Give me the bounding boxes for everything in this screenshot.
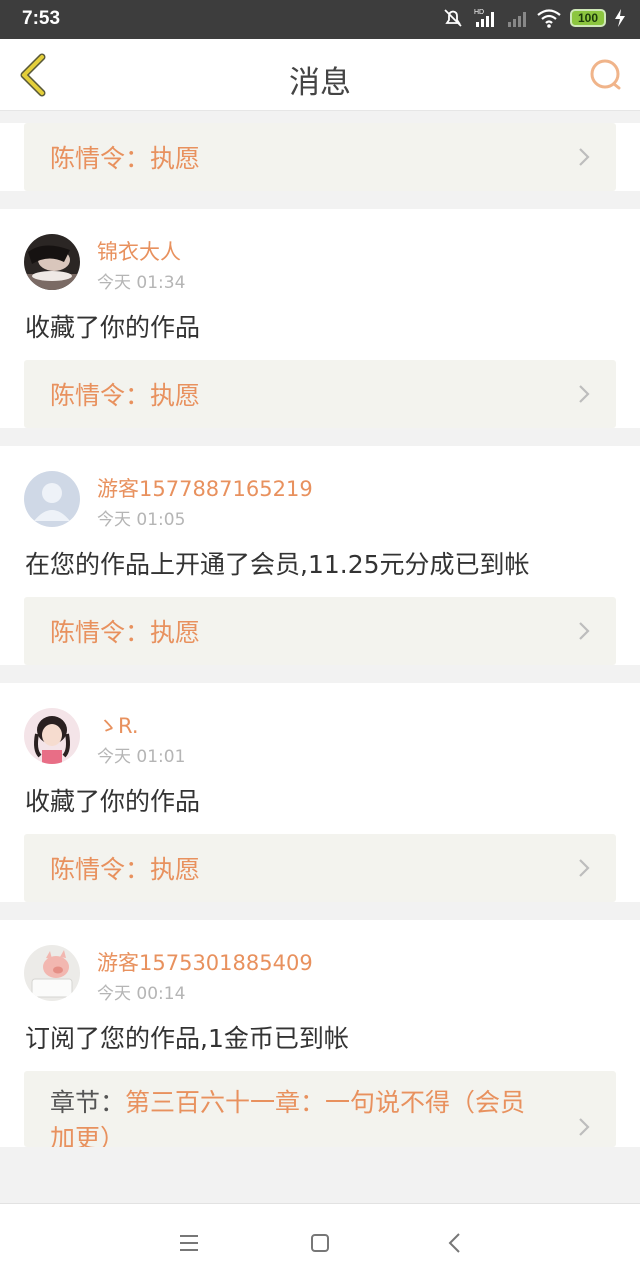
message-text: 在您的作品上开通了会员,11.25元分成已到帐 [25, 550, 530, 579]
work-title: 陈情令：执愿 [50, 855, 201, 884]
chevron-left-icon [448, 1233, 460, 1253]
chapter-prefix: 章节： [50, 1088, 126, 1117]
username[interactable]: 游客1575301885409 [97, 947, 313, 977]
username[interactable]: 锦衣大人 [97, 236, 181, 266]
page-title: 消息 [289, 65, 351, 101]
default-user-avatar-icon [24, 471, 80, 527]
chevron-right-icon [579, 1118, 590, 1136]
chevron-right-icon [579, 148, 590, 166]
message-card: 游客1575301885409 今天 00:14 订阅了您的作品,1金币已到帐 … [0, 920, 640, 1147]
message-text: 收藏了你的作品 [25, 787, 201, 816]
work-title: 陈情令：执愿 [50, 144, 201, 173]
system-nav-bar [0, 1203, 640, 1281]
battery-indicator: 100 [570, 9, 606, 27]
system-back-button[interactable] [440, 1228, 470, 1258]
photo-avatar-dark-icon [24, 234, 80, 290]
status-bar: 7:53 HD 100 [0, 0, 640, 39]
message-card: ゝR. 今天 01:01 收藏了你的作品 陈情令：执愿 [0, 683, 640, 902]
message-card: 陈情令：执愿 [0, 123, 640, 191]
menu-button[interactable] [174, 1228, 204, 1258]
work-link[interactable]: 陈情令：执愿 [24, 834, 616, 902]
chapter-link[interactable]: 章节：第三百六十一章：一句说不得（会员加更） [24, 1071, 616, 1147]
message-list[interactable]: 陈情令：执愿 锦衣大人 今天 01:34 收藏了你的作品 陈情令：执愿 游客15… [0, 111, 640, 1203]
app-header: 消息 [0, 39, 640, 111]
menu-icon [180, 1235, 198, 1251]
status-icons: HD 100 [442, 7, 626, 29]
message-text: 订阅了您的作品,1金币已到帐 [25, 1024, 349, 1053]
chevron-right-icon [579, 859, 590, 877]
home-button[interactable] [305, 1228, 335, 1258]
message-text: 收藏了你的作品 [25, 313, 201, 342]
avatar[interactable] [24, 471, 80, 527]
username[interactable]: 游客1577887165219 [97, 473, 313, 503]
photo-avatar-pig-icon [24, 945, 80, 1001]
message-time: 今天 00:14 [97, 984, 186, 1004]
chevron-right-icon [579, 385, 590, 403]
message-time: 今天 01:05 [97, 510, 186, 530]
work-link[interactable]: 陈情令：执愿 [24, 123, 616, 191]
message-card: 锦衣大人 今天 01:34 收藏了你的作品 陈情令：执愿 [0, 209, 640, 428]
mute-bell-icon [444, 9, 462, 27]
signal-hd-icon: HD [474, 9, 494, 27]
wifi-icon [537, 9, 561, 28]
photo-avatar-girl-icon [24, 708, 80, 764]
chapter-title: 章节：第三百六十一章：一句说不得（会员加更） [50, 1085, 530, 1147]
username[interactable]: ゝR. [97, 710, 139, 740]
work-link[interactable]: 陈情令：执愿 [24, 360, 616, 428]
chevron-right-icon [579, 622, 590, 640]
work-title: 陈情令：执愿 [50, 381, 201, 410]
charging-icon [615, 9, 625, 27]
status-time: 7:53 [22, 8, 61, 29]
search-button[interactable] [586, 55, 626, 95]
message-time: 今天 01:01 [97, 747, 186, 767]
work-title: 陈情令：执愿 [50, 618, 201, 647]
avatar[interactable] [24, 234, 80, 290]
avatar[interactable] [24, 708, 80, 764]
home-square-icon [311, 1234, 329, 1252]
avatar[interactable] [24, 945, 80, 1001]
signal-weak-icon [508, 12, 526, 27]
work-link[interactable]: 陈情令：执愿 [24, 597, 616, 665]
message-time: 今天 01:34 [97, 273, 186, 293]
search-icon [590, 59, 621, 90]
message-card: 游客1577887165219 今天 01:05 在您的作品上开通了会员,11.… [0, 446, 640, 665]
svg-text:HD: HD [474, 9, 484, 16]
